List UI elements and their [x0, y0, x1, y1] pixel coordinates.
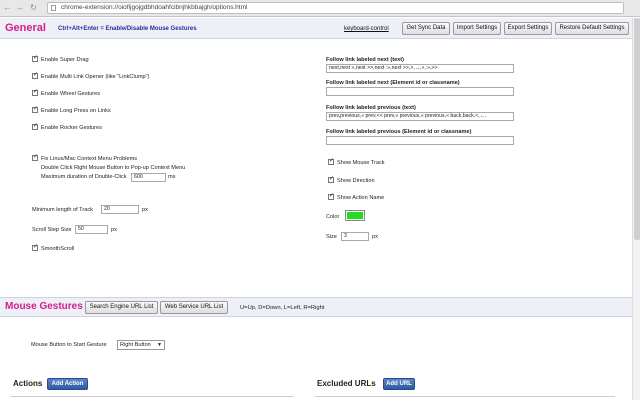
actions-title: Actions	[13, 379, 43, 388]
address-bar[interactable]: chrome-extension://oiofljgojgdbhdoahfcib…	[47, 2, 624, 14]
start-button-select[interactable]: Right Button ▼	[117, 340, 165, 350]
option-multi-link[interactable]: Enable Multi Link Opener (like "LinkClum…	[32, 71, 149, 81]
page-scrollbar[interactable]	[632, 18, 640, 400]
next-text-input[interactable]: next,next »,next >>,next :»,next >>,>,→,…	[326, 64, 514, 73]
option-smooth-scroll[interactable]: SmoothScroll	[32, 243, 74, 253]
scrollbar-thumb[interactable]	[634, 18, 640, 240]
mouse-gestures-title: Mouse Gestures	[5, 301, 83, 312]
restore-defaults-button[interactable]: Restore Default Settings	[555, 22, 629, 35]
show-direction-checkbox[interactable]	[328, 175, 334, 183]
browser-toolbar: ← → ↻ chrome-extension://oiofljgojgdbhdo…	[0, 0, 640, 17]
option-super-drag[interactable]: Enable Super Drag	[32, 54, 89, 64]
double-click-unit: ms	[168, 174, 176, 180]
color-label: Color	[326, 214, 340, 220]
color-picker[interactable]	[345, 210, 365, 221]
add-action-button[interactable]: Add Action	[47, 378, 88, 390]
page-icon	[51, 5, 56, 11]
option-fix-linux[interactable]: Fix Linux/Mac Context Menu Problems	[32, 153, 137, 163]
next-id-input[interactable]	[326, 87, 514, 96]
size-label: Size	[326, 234, 337, 240]
keyboard-control-link[interactable]: keyboard-control	[344, 26, 389, 32]
prev-id-label: Follow link labeled previous (Element id…	[326, 129, 472, 135]
export-settings-button[interactable]: Export Settings	[504, 22, 552, 35]
general-title: General	[5, 22, 46, 34]
forward-arrow-icon[interactable]: →	[15, 3, 24, 13]
prev-text-label: Follow link labeled previous (text)	[326, 105, 416, 111]
min-track-input[interactable]: 20	[101, 205, 139, 214]
option-show-track[interactable]: Show Mouse Track	[328, 157, 385, 167]
smooth-scroll-checkbox[interactable]	[32, 243, 38, 251]
double-click-input[interactable]: 600	[131, 173, 166, 182]
direction-legend: U=Up, D=Down, L=Left, R=Right	[240, 305, 325, 311]
min-track-label: Minimum length of Track	[32, 207, 93, 213]
long-press-checkbox[interactable]	[32, 105, 38, 113]
show-track-checkbox[interactable]	[328, 157, 334, 165]
url-text: chrome-extension://oiofljgojgdbhdoahfcib…	[61, 4, 248, 11]
excluded-divider	[315, 396, 615, 397]
start-button-label: Mouse Button to Start Gesture	[31, 342, 107, 348]
wheel-checkbox[interactable]	[32, 88, 38, 96]
multi-link-checkbox[interactable]	[32, 71, 38, 79]
reload-icon[interactable]: ↻	[29, 3, 38, 13]
super-drag-checkbox[interactable]	[32, 54, 38, 62]
double-click-label: Maximum duration of Double-Click	[41, 174, 127, 180]
web-service-list-button[interactable]: Web Service URL List	[160, 301, 228, 314]
back-arrow-icon[interactable]: ←	[3, 3, 12, 13]
option-show-direction[interactable]: Show Direction	[328, 175, 375, 185]
search-engine-list-button[interactable]: Search Engine URL List	[85, 301, 158, 314]
add-url-button[interactable]: Add URL	[383, 378, 415, 390]
color-swatch	[347, 212, 363, 219]
scroll-step-input[interactable]: 50	[75, 225, 108, 234]
prev-text-input[interactable]: prev,previous,« prev,<< prev,« previous,…	[326, 112, 514, 121]
prev-id-input[interactable]	[326, 136, 514, 145]
get-sync-data-button[interactable]: Get Sync Data	[402, 22, 450, 35]
option-rocker[interactable]: Enable Rocker Gestures	[32, 122, 102, 132]
option-wheel-gestures[interactable]: Enable Wheel Gestures	[32, 88, 100, 98]
general-header: General Ctrl+Alt+Enter = Enable/Disable …	[0, 18, 632, 39]
min-track-unit: px	[142, 207, 148, 213]
mouse-gestures-header: Mouse Gestures Search Engine URL List We…	[0, 297, 632, 317]
scroll-step-unit: px	[111, 227, 117, 233]
next-text-label: Follow link labeled next (text)	[326, 57, 405, 63]
next-id-label: Follow link labeled next (Element id or …	[326, 80, 460, 86]
excluded-urls-title: Excluded URLs	[317, 379, 376, 388]
fix-linux-hint: Double Click Right Mouse Button to Pop-u…	[41, 165, 186, 171]
hotkey-hint: Ctrl+Alt+Enter = Enable/Disable Mouse Ge…	[58, 26, 197, 32]
option-long-press[interactable]: Enable Long Press on Links	[32, 105, 111, 115]
actions-divider	[10, 396, 294, 397]
import-settings-button[interactable]: Import Settings	[453, 22, 501, 35]
dropdown-arrow-icon: ▼	[157, 342, 162, 348]
scroll-step-label: Scroll Step Size	[32, 227, 72, 233]
size-unit: px	[372, 234, 378, 240]
fix-linux-checkbox[interactable]	[32, 153, 38, 161]
size-input[interactable]: 3	[341, 232, 369, 241]
rocker-checkbox[interactable]	[32, 122, 38, 130]
option-show-action[interactable]: Show Action Name	[328, 192, 384, 202]
show-action-checkbox[interactable]	[328, 192, 334, 200]
